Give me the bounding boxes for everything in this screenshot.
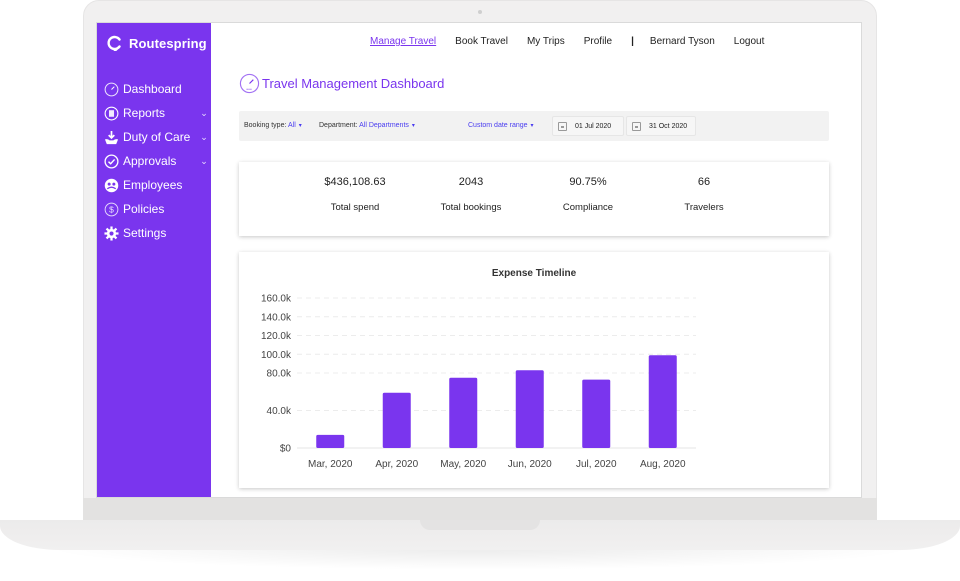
sidebar-item-label: Reports <box>123 106 166 120</box>
chevron-down-icon[interactable]: ⌄ <box>199 108 209 119</box>
department-filter[interactable]: Department: All Departments ▾ <box>319 122 415 129</box>
sidebar-item-dashboard[interactable]: Dashboard <box>103 77 209 101</box>
end-date-value: 31 Oct 2020 <box>649 122 688 130</box>
booking-type-label: Booking type: <box>244 122 287 129</box>
top-nav: Manage Travel Book Travel My Trips Profi… <box>370 36 783 47</box>
x-tick-label: Apr, 2020 <box>375 459 418 470</box>
caret-down-icon: ▾ <box>411 123 415 129</box>
department-label: Department: <box>319 122 358 129</box>
sidebar-item-label: Employees <box>123 178 183 192</box>
sidebar-item-label: Policies <box>123 202 165 216</box>
filter-bar: Booking type: All ▾ Department: All Depar… <box>239 111 829 141</box>
logout-link[interactable]: Logout <box>734 36 765 47</box>
kpi-total-bookings: 2043 Total bookings <box>411 176 531 213</box>
y-tick-label: 120.0k <box>261 331 292 342</box>
kpi-summary-card: $436,108.63 Total spend 2043 Total booki… <box>239 162 829 236</box>
nav-user-name[interactable]: Bernard Tyson <box>650 36 715 47</box>
bar <box>515 370 544 448</box>
date-range-select[interactable]: Custom date range ▾ <box>468 122 534 129</box>
sidebar-item-label: Duty of Care <box>123 130 191 144</box>
kpi-travelers: 66 Travelers <box>644 176 764 213</box>
camera-dot <box>478 10 482 14</box>
page-header: Travel Management Dashboard <box>239 73 444 94</box>
date-range-value: Custom date range <box>468 122 528 129</box>
y-tick-label: 100.0k <box>261 350 292 361</box>
bar <box>449 377 478 448</box>
caret-down-icon: ▾ <box>530 123 534 129</box>
x-tick-label: May, 2020 <box>440 459 486 470</box>
calendar-icon <box>632 121 641 131</box>
expense-timeline-card: Expense Timeline $0 40.0k 80.0k 100.0k 120.0… <box>239 252 829 488</box>
sidebar-item-label: Settings <box>123 226 167 240</box>
laptop-notch <box>420 520 540 530</box>
bar <box>648 355 677 448</box>
booking-type-filter[interactable]: Booking type: All ▾ <box>244 122 302 129</box>
kpi-value: 90.75% <box>569 176 607 188</box>
nav-book-travel[interactable]: Book Travel <box>455 36 508 47</box>
booking-type-value: All <box>287 122 296 129</box>
x-tick-label: Jun, 2020 <box>508 459 552 470</box>
calendar-icon <box>558 121 567 131</box>
sidebar-item-label: Approvals <box>123 154 177 168</box>
nav-profile[interactable]: Profile <box>584 36 612 47</box>
x-tick-label: Mar, 2020 <box>308 459 353 470</box>
y-tick-label: 80.0k <box>267 369 292 380</box>
expense-timeline-chart: $0 40.0k 80.0k 100.0k 120.0k 140.0k 160.0k Mar,… <box>261 294 696 470</box>
sidebar-item-policies[interactable]: $ Policies <box>103 197 209 221</box>
approvals-check-icon <box>103 153 119 169</box>
duty-of-care-icon <box>103 129 119 145</box>
bar <box>316 434 345 448</box>
kpi-compliance: 90.75% Compliance <box>528 176 648 213</box>
y-tick-label: 40.0k <box>267 406 292 417</box>
sidebar-item-settings[interactable]: Settings <box>103 221 209 245</box>
sidebar-item-duty-of-care[interactable]: Duty of Care ⌄ <box>103 125 209 149</box>
end-date-input[interactable]: 31 Oct 2020 <box>626 116 696 136</box>
brand[interactable]: Routespring <box>107 35 207 51</box>
kpi-value: $436,108.63 <box>324 176 386 188</box>
laptop-shadow <box>40 548 920 570</box>
bar <box>582 379 611 448</box>
kpi-label: Travelers <box>684 202 724 213</box>
chevron-down-icon[interactable]: ⌄ <box>199 156 209 167</box>
sidebar-item-approvals[interactable]: Approvals ⌄ <box>103 149 209 173</box>
y-tick-label: 140.0k <box>261 312 292 323</box>
department-value: All Departments <box>359 122 409 129</box>
kpi-label: Compliance <box>562 202 614 213</box>
reports-icon <box>103 105 119 121</box>
y-tick-label: 160.0k <box>261 294 292 305</box>
routespring-logo-icon <box>107 35 121 51</box>
svg-text:$: $ <box>109 204 114 214</box>
sidebar-item-employees[interactable]: Employees <box>103 173 209 197</box>
kpi-label: Total bookings <box>440 202 502 213</box>
dashboard-gauge-icon <box>103 81 119 97</box>
nav-my-trips[interactable]: My Trips <box>527 36 565 47</box>
nav-separator: | <box>631 36 634 47</box>
start-date-input[interactable]: 01 Jul 2020 <box>552 116 624 136</box>
page-title: Travel Management Dashboard <box>262 76 445 91</box>
chevron-down-icon[interactable]: ⌄ <box>199 132 209 143</box>
sidebar: Routespring Dashboard Reports ⌄ Duty of … <box>97 23 211 497</box>
x-tick-label: Jul, 2020 <box>576 459 617 470</box>
x-tick-label: Aug, 2020 <box>640 459 686 470</box>
dashboard-gauge-icon <box>239 73 260 94</box>
sidebar-item-reports[interactable]: Reports ⌄ <box>103 101 209 125</box>
kpi-label: Total spend <box>330 202 380 213</box>
start-date-value: 01 Jul 2020 <box>575 122 612 130</box>
nav-manage-travel[interactable]: Manage Travel <box>370 36 436 47</box>
policies-dollar-icon: $ <box>103 201 119 217</box>
caret-down-icon: ▾ <box>298 123 302 129</box>
app-screen: Routespring Dashboard Reports ⌄ Duty of … <box>96 22 862 498</box>
kpi-value: 66 <box>697 176 711 188</box>
employees-icon <box>103 177 119 193</box>
settings-gear-icon <box>103 225 119 241</box>
kpi-total-spend: $436,108.63 Total spend <box>295 176 415 213</box>
sidebar-nav: Dashboard Reports ⌄ Duty of Care ⌄ Appro… <box>103 77 209 245</box>
sidebar-item-label: Dashboard <box>123 82 182 96</box>
brand-name: Routespring <box>129 35 207 51</box>
y-tick-label: $0 <box>280 444 292 455</box>
kpi-value: 2043 <box>458 176 484 188</box>
bar <box>382 392 411 448</box>
